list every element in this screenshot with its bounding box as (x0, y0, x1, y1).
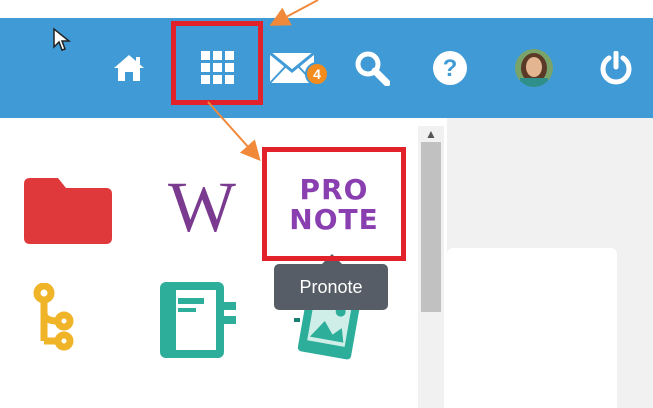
annotation-arrows (207, 0, 319, 161)
arrow-to-apps-button (269, 0, 319, 26)
arrow-to-pronote (207, 101, 261, 161)
